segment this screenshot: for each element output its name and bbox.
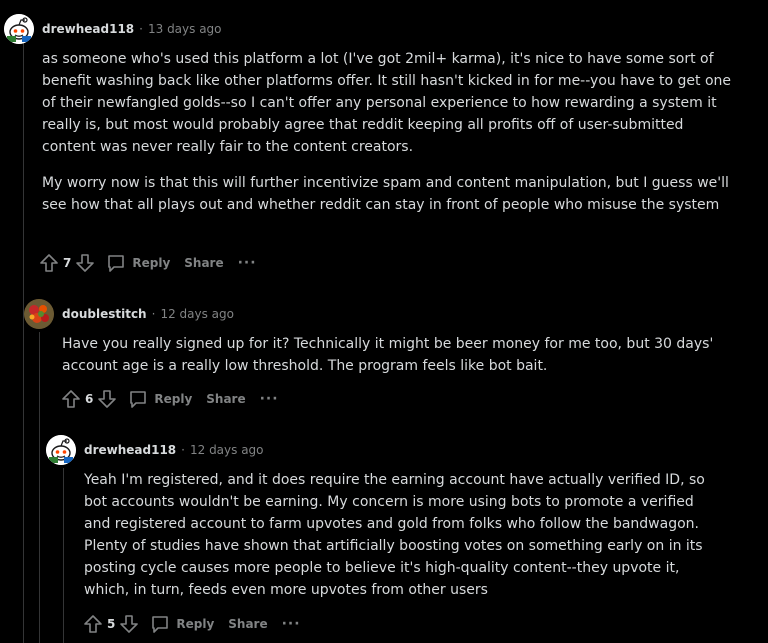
share-label: Share	[184, 256, 224, 270]
snoo-avatar-icon[interactable]	[46, 435, 76, 465]
reply-button[interactable]: Reply	[128, 389, 192, 409]
comment-timestamp[interactable]: 13 days ago	[148, 22, 222, 36]
comment-timestamp[interactable]: 12 days ago	[190, 443, 264, 457]
comment-paragraph: My worry now is that this will further i…	[42, 175, 729, 213]
comment-timestamp[interactable]: 12 days ago	[160, 307, 234, 321]
vote-controls: 7	[38, 252, 96, 274]
comment-header: doublestitch · 12 days ago	[24, 298, 234, 330]
snoo-avatar-icon[interactable]	[4, 14, 34, 44]
thread-line-level-3[interactable]	[63, 468, 64, 643]
comment-body: Yeah I'm registered, and it does require…	[84, 469, 724, 615]
share-button[interactable]: Share	[228, 617, 267, 631]
comment-author[interactable]: drewhead118	[84, 443, 176, 457]
reply-label: Reply	[132, 256, 171, 270]
upvote-icon[interactable]	[82, 613, 104, 635]
separator-dot: ·	[181, 443, 185, 457]
vote-count: 5	[107, 617, 116, 631]
comment-actions: 5 Reply Share ···	[82, 612, 301, 636]
comment-bubble-icon	[108, 255, 125, 272]
comment-author[interactable]: drewhead118	[42, 22, 134, 36]
more-options-icon[interactable]: ···	[260, 391, 279, 407]
vote-count: 7	[63, 256, 72, 270]
more-options-icon[interactable]: ···	[238, 255, 257, 271]
share-label: Share	[206, 392, 246, 406]
comment-header: drewhead118 · 13 days ago	[4, 13, 222, 45]
share-label: Share	[228, 617, 268, 631]
separator-dot: ·	[151, 307, 156, 321]
more-options-icon[interactable]: ···	[282, 616, 301, 632]
separator-dot: ·	[139, 22, 143, 36]
reply-button[interactable]: Reply	[150, 614, 214, 634]
share-button[interactable]: Share	[184, 256, 223, 270]
comment-paragraph: Yeah I'm registered, and it does require…	[84, 472, 705, 598]
comment-body: as someone who's used this platform a lo…	[42, 48, 732, 230]
food-photo-avatar-icon[interactable]	[24, 299, 54, 329]
vote-controls: 5	[82, 613, 140, 635]
comment-paragraph: as someone who's used this platform a lo…	[42, 51, 732, 155]
downvote-icon[interactable]	[118, 613, 140, 635]
comment-bubble-icon	[130, 391, 147, 408]
comment-actions: 6 Reply Share ···	[60, 387, 279, 411]
comment-author[interactable]: doublestitch	[62, 307, 147, 321]
upvote-icon[interactable]	[60, 388, 82, 410]
comment-paragraph: Have you really signed up for it? Techni…	[62, 336, 714, 374]
share-button[interactable]: Share	[206, 392, 245, 406]
reply-label: Reply	[176, 617, 215, 631]
downvote-icon[interactable]	[74, 252, 96, 274]
comment-bubble-icon	[152, 616, 169, 633]
comment-body: Have you really signed up for it? Techni…	[62, 333, 742, 391]
thread-line-level-1[interactable]	[23, 40, 24, 643]
comment-thread: drewhead118 · 13 days ago as someone who…	[0, 0, 768, 643]
reply-label: Reply	[154, 392, 193, 406]
comment-actions: 7 Reply Share ···	[38, 251, 257, 275]
downvote-icon[interactable]	[96, 388, 118, 410]
vote-count: 6	[85, 392, 94, 406]
comment-header: drewhead118 · 12 days ago	[46, 434, 264, 466]
vote-controls: 6	[60, 388, 118, 410]
reply-button[interactable]: Reply	[106, 253, 170, 273]
upvote-icon[interactable]	[38, 252, 60, 274]
thread-line-level-2[interactable]	[39, 332, 40, 643]
